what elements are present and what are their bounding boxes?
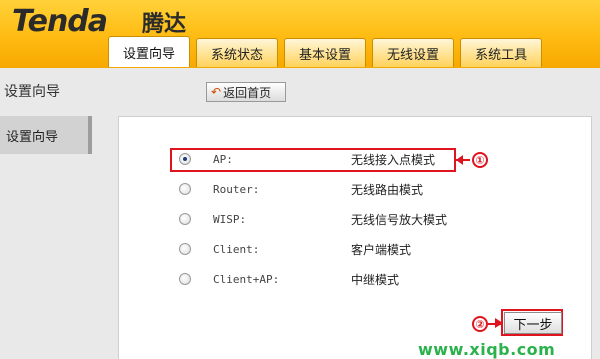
tab-system-tools[interactable]: 系统工具 <box>460 38 543 67</box>
home-button-label: 返回首页 <box>223 85 272 100</box>
tab-setup-wizard[interactable]: 设置向导 <box>108 36 191 67</box>
arrow-left-icon <box>456 155 463 165</box>
radio-client-ap[interactable] <box>179 273 191 285</box>
tenda-logo: Tenda <box>12 4 108 39</box>
main-tabs: 设置向导 系统状态 基本设置 无线设置 系统工具 <box>108 36 543 68</box>
watermark: www.xiqb.com <box>418 340 556 359</box>
sidebar-item-setup-wizard[interactable]: 设置向导 <box>0 116 92 154</box>
annotation-marker-1: ① <box>472 152 488 168</box>
option-key: Client+AP: <box>213 272 280 286</box>
option-row-wisp[interactable]: WISP: 无线信号放大模式 <box>179 209 509 229</box>
highlight-ap-option <box>170 148 456 172</box>
home-button[interactable]: ↶ 返回首页 <box>206 82 286 102</box>
back-arrow-icon: ↶ <box>211 85 222 99</box>
option-key: Router: <box>213 182 260 196</box>
option-row-client[interactable]: Client: 客户端模式 <box>179 239 509 259</box>
option-label: 无线信号放大模式 <box>351 212 448 227</box>
radio-client[interactable] <box>179 243 191 255</box>
tab-wireless-settings[interactable]: 无线设置 <box>372 38 455 67</box>
annotation-marker-2: ② <box>472 316 488 332</box>
option-row-client-ap[interactable]: Client+AP: 中继模式 <box>179 269 509 289</box>
subheader: 设置向导 ↶ 返回首页 <box>0 68 600 112</box>
page-title: 设置向导 <box>4 84 60 100</box>
header: Tenda 腾达 设置向导 系统状态 基本设置 无线设置 系统工具 <box>0 0 600 68</box>
tab-system-status[interactable]: 系统状态 <box>196 38 279 67</box>
option-label: 无线路由模式 <box>351 182 424 197</box>
radio-wisp[interactable] <box>179 213 191 225</box>
option-key: WISP: <box>213 212 247 226</box>
option-key: Client: <box>213 242 260 256</box>
next-step-button[interactable]: 下一步 <box>504 312 562 334</box>
tenda-logo-cn: 腾达 <box>142 12 187 37</box>
option-label: 客户端模式 <box>351 242 412 257</box>
option-row-router[interactable]: Router: 无线路由模式 <box>179 179 509 199</box>
sidebar: 设置向导 <box>0 112 92 359</box>
tab-basic-settings[interactable]: 基本设置 <box>284 38 367 67</box>
radio-router[interactable] <box>179 183 191 195</box>
option-label: 中继模式 <box>351 272 400 287</box>
